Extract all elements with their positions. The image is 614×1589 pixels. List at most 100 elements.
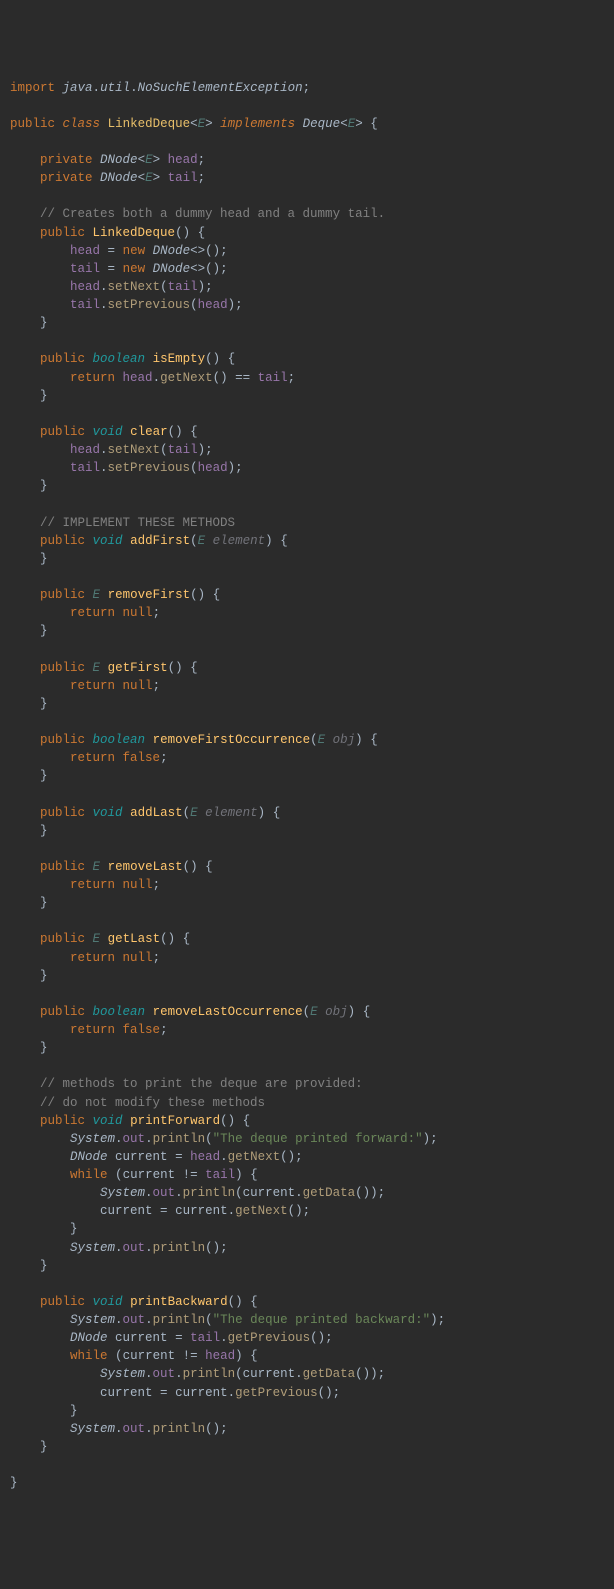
keyword-false: false [123, 1023, 161, 1037]
keyword-return: return [70, 371, 115, 385]
comment-implement: // IMPLEMENT THESE METHODS [40, 516, 235, 530]
var-current: current [100, 1386, 153, 1400]
type-param-e: E [145, 153, 153, 167]
field-tail: tail [168, 280, 198, 294]
method-addlast: addLast [130, 806, 183, 820]
field-head: head [205, 1349, 235, 1363]
keyword-return: return [70, 751, 115, 765]
return-type-e: E [93, 588, 101, 602]
keyword-public: public [40, 226, 85, 240]
keyword-public: public [40, 806, 85, 820]
keyword-null: null [123, 679, 153, 693]
method-removefirstoccurrence: removeFirstOccurrence [153, 733, 311, 747]
field-out: out [123, 1313, 146, 1327]
var-current: current [123, 1349, 176, 1363]
var-current: current [175, 1204, 228, 1218]
field-head: head [70, 280, 100, 294]
method-getlast: getLast [108, 932, 161, 946]
keyword-boolean: boolean [93, 1005, 146, 1019]
call-setnext: setNext [108, 280, 161, 294]
field-head: head [70, 443, 100, 457]
type-dnode: DNode [100, 153, 138, 167]
keyword-void: void [93, 534, 123, 548]
class-system: System [100, 1186, 145, 1200]
keyword-class: class [63, 117, 101, 131]
var-current: current [243, 1186, 296, 1200]
var-current: current [123, 1168, 176, 1182]
field-tail: tail [70, 461, 100, 475]
keyword-return: return [70, 878, 115, 892]
type-dnode: DNode [70, 1331, 108, 1345]
keyword-void: void [93, 425, 123, 439]
method-removelastoccurrence: removeLastOccurrence [153, 1005, 303, 1019]
keyword-public: public [40, 1114, 85, 1128]
call-getprevious: getPrevious [235, 1386, 318, 1400]
class-system: System [70, 1132, 115, 1146]
keyword-public: public [40, 588, 85, 602]
param-element: element [213, 534, 266, 548]
var-current: current [115, 1331, 168, 1345]
method-clear: clear [130, 425, 168, 439]
field-head: head [168, 153, 198, 167]
class-system: System [100, 1367, 145, 1381]
comment-no-modify: // do not modify these methods [40, 1096, 265, 1110]
method-removefirst: removeFirst [108, 588, 191, 602]
var-current: current [243, 1367, 296, 1381]
return-type-e: E [93, 661, 101, 675]
param-type-e: E [198, 534, 206, 548]
var-current: current [100, 1204, 153, 1218]
call-getnext: getNext [228, 1150, 281, 1164]
keyword-void: void [93, 1295, 123, 1309]
call-setprevious: setPrevious [108, 298, 191, 312]
keyword-new: new [123, 262, 146, 276]
keyword-boolean: boolean [93, 352, 146, 366]
keyword-public: public [40, 733, 85, 747]
field-tail: tail [190, 1331, 220, 1345]
call-getdata: getData [303, 1186, 356, 1200]
method-addfirst: addFirst [130, 534, 190, 548]
keyword-null: null [123, 878, 153, 892]
field-tail: tail [168, 171, 198, 185]
param-element: element [205, 806, 258, 820]
call-getprevious: getPrevious [228, 1331, 311, 1345]
call-setnext: setNext [108, 443, 161, 457]
field-out: out [123, 1422, 146, 1436]
keyword-public: public [40, 425, 85, 439]
call-getdata: getData [303, 1367, 356, 1381]
keyword-return: return [70, 1023, 115, 1037]
string-bwd: "The deque printed backward:" [213, 1313, 431, 1327]
code-editor[interactable]: import java.util.NoSuchElementException;… [10, 79, 604, 1493]
keyword-null: null [123, 951, 153, 965]
param-obj: obj [325, 1005, 348, 1019]
keyword-public: public [40, 1295, 85, 1309]
comment-print-provided: // methods to print the deque are provid… [40, 1077, 363, 1091]
keyword-return: return [70, 606, 115, 620]
type-dnode: DNode [153, 262, 191, 276]
string-fwd: "The deque printed forward:" [213, 1132, 423, 1146]
keyword-public: public [40, 352, 85, 366]
keyword-public: public [10, 117, 55, 131]
keyword-implements: implements [220, 117, 295, 131]
method-printbackward: printBackward [130, 1295, 228, 1309]
param-type-e: E [190, 806, 198, 820]
field-out: out [123, 1132, 146, 1146]
field-out: out [153, 1367, 176, 1381]
field-tail: tail [205, 1168, 235, 1182]
call-println: println [183, 1186, 236, 1200]
method-getfirst: getFirst [108, 661, 168, 675]
call-getnext: getNext [160, 371, 213, 385]
field-head: head [198, 298, 228, 312]
param-type-e: E [310, 1005, 318, 1019]
field-head: head [198, 461, 228, 475]
constructor: LinkedDeque [93, 226, 176, 240]
keyword-private: private [40, 171, 93, 185]
type-dnode: DNode [153, 244, 191, 258]
keyword-while: while [70, 1168, 108, 1182]
field-head: head [123, 371, 153, 385]
class-system: System [70, 1422, 115, 1436]
keyword-void: void [93, 1114, 123, 1128]
package-java: java [63, 81, 93, 95]
field-tail: tail [258, 371, 288, 385]
package-util: util [100, 81, 130, 95]
return-type-e: E [93, 932, 101, 946]
